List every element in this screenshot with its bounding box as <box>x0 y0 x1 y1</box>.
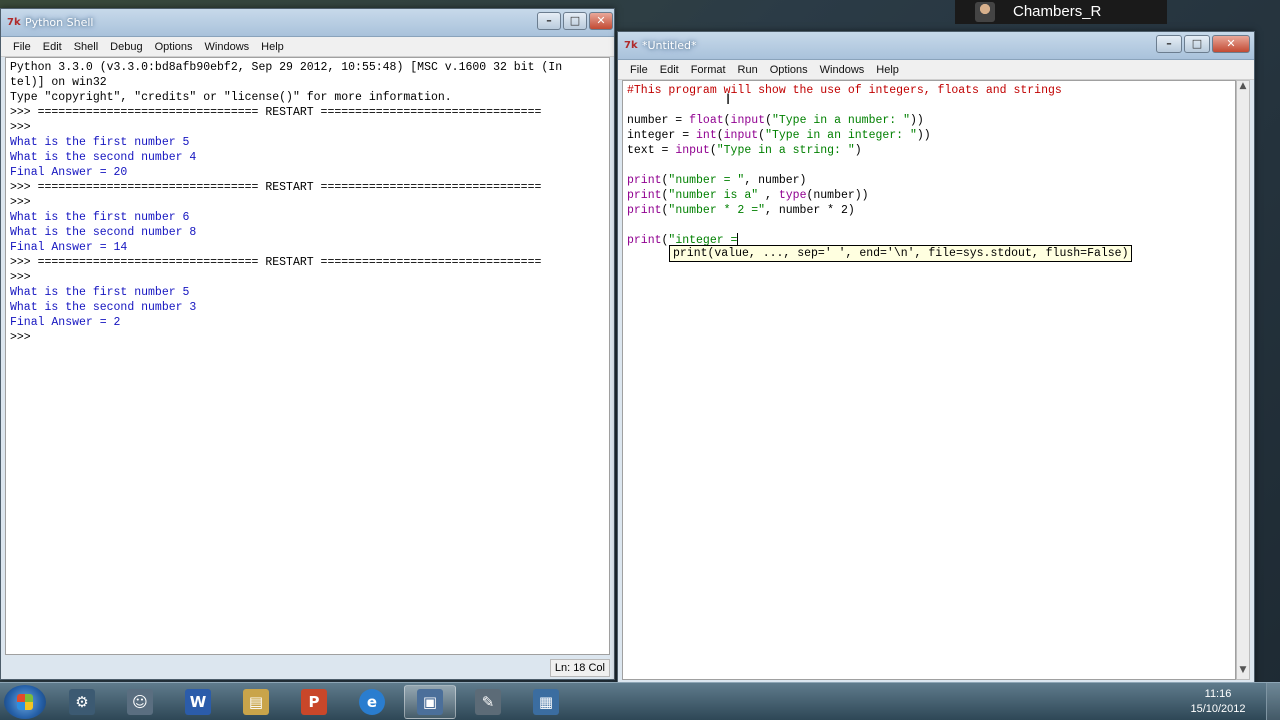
menu-windows[interactable]: Windows <box>199 41 256 53</box>
python-idle-icon: ▣ <box>417 689 443 715</box>
menu-edit[interactable]: Edit <box>37 41 68 53</box>
menu-file[interactable]: File <box>7 41 37 53</box>
shell-titlebar[interactable]: 7k Python Shell – □ ✕ <box>1 9 614 37</box>
taskbar-user-manager[interactable]: ☺ <box>114 685 166 719</box>
shell-text-area[interactable]: Python 3.3.0 (v3.3.0:bd8afb90ebf2, Sep 2… <box>5 57 610 655</box>
shell-line: Type "copyright", "credits" or "license(… <box>10 91 452 104</box>
shell-line: What is the second number 4 <box>10 151 197 164</box>
user-badge: Chambers_R <box>955 0 1167 24</box>
taskbar: ⚙ ☺ W ▤ P e ▣ ✎ ▦ 11:16 15/10/2012 <box>0 682 1280 720</box>
editor-titlebar[interactable]: 7k *Untitled* – □ ✕ <box>618 32 1254 60</box>
code-line: print("number * 2 =", number * 2) <box>627 204 855 217</box>
taskbar-python-tool[interactable]: ✎ <box>462 685 514 719</box>
code-line: print("number = ", number) <box>627 174 807 187</box>
minimize-button[interactable]: – <box>1156 35 1182 53</box>
menu-help[interactable]: Help <box>870 64 905 76</box>
menu-shell[interactable]: Shell <box>68 41 104 53</box>
taskbar-remote-desktop[interactable]: ▦ <box>520 685 572 719</box>
code-line: print("number is a" , type(number)) <box>627 189 869 202</box>
python-idle-icon: 7k <box>7 17 21 28</box>
shell-line: Final Answer = 14 <box>10 241 128 254</box>
menu-debug[interactable]: Debug <box>104 41 148 53</box>
python-idle-icon: 7k <box>624 40 638 51</box>
system-clock[interactable]: 11:16 15/10/2012 <box>1178 687 1258 717</box>
taskbar-internet-explorer[interactable]: e <box>346 685 398 719</box>
shell-line: >>> <box>10 121 31 134</box>
shell-line: What is the first number 6 <box>10 211 190 224</box>
show-desktop-button[interactable] <box>1266 683 1280 720</box>
python-shell-window[interactable]: 7k Python Shell – □ ✕ File Edit Shell De… <box>0 8 615 680</box>
menu-format[interactable]: Format <box>685 64 732 76</box>
shell-line: >>> <box>10 271 31 284</box>
shell-line: >>> <box>10 331 31 344</box>
shell-title: Python Shell <box>25 16 94 29</box>
python-tool-icon: ✎ <box>475 689 501 715</box>
editor-code: #This program will show the use of integ… <box>623 81 1235 250</box>
editor-menubar: File Edit Format Run Options Windows Hel… <box>618 60 1254 80</box>
close-button[interactable]: ✕ <box>1212 35 1250 53</box>
scroll-down-arrow-icon[interactable]: ▼ <box>1237 665 1249 679</box>
maximize-button[interactable]: □ <box>563 12 587 30</box>
code-line: number = float(input("Type in a number: … <box>627 114 924 127</box>
close-button[interactable]: ✕ <box>589 12 613 30</box>
taskbar-file-explorer[interactable]: ▤ <box>230 685 282 719</box>
code-line: #This program will show the use of integ… <box>627 84 1062 97</box>
powerpoint-icon: P <box>301 689 327 715</box>
shell-menubar: File Edit Shell Debug Options Windows He… <box>1 37 614 57</box>
python-shell-icon: ⚙ <box>69 689 95 715</box>
remote-desktop-icon: ▦ <box>533 689 559 715</box>
menu-options[interactable]: Options <box>149 41 199 53</box>
shell-line: What is the second number 8 <box>10 226 197 239</box>
clock-time: 11:16 <box>1204 688 1232 700</box>
internet-explorer-icon: e <box>359 689 385 715</box>
avatar <box>975 2 995 22</box>
shell-line: >>> ================================ RES… <box>10 256 542 269</box>
editor-title: *Untitled* <box>642 39 697 52</box>
shell-line: Python 3.3.0 (v3.3.0:bd8afb90ebf2, Sep 2… <box>10 61 563 74</box>
shell-line: >>> ================================ RES… <box>10 106 542 119</box>
taskbar-powerpoint[interactable]: P <box>288 685 340 719</box>
menu-windows[interactable]: Windows <box>814 64 871 76</box>
code-line: integer = int(input("Type in an integer:… <box>627 129 931 142</box>
taskbar-idle-editor[interactable]: ▣ <box>404 685 456 719</box>
scroll-up-arrow-icon[interactable]: ▲ <box>1237 81 1249 95</box>
shell-status: Ln: 18 Col <box>549 659 610 677</box>
menu-options[interactable]: Options <box>764 64 814 76</box>
minimize-button[interactable]: – <box>537 12 561 30</box>
editor-text-area[interactable]: #This program will show the use of integ… <box>622 80 1236 680</box>
editor-window[interactable]: 7k *Untitled* – □ ✕ File Edit Format Run… <box>617 31 1255 685</box>
editor-scrollbar[interactable]: ▲ ▼ <box>1236 80 1250 680</box>
taskbar-word[interactable]: W <box>172 685 224 719</box>
code-line: text = input("Type in a string: ") <box>627 144 862 157</box>
shell-line: Final Answer = 2 <box>10 316 121 329</box>
maximize-button[interactable]: □ <box>1184 35 1210 53</box>
shell-line: What is the first number 5 <box>10 136 190 149</box>
shell-line: tel)] on win32 <box>10 76 107 89</box>
shell-line: >>> ================================ RES… <box>10 181 542 194</box>
menu-run[interactable]: Run <box>732 64 764 76</box>
start-button[interactable] <box>4 685 46 719</box>
text-cursor-icon: I <box>726 92 731 108</box>
shell-line: >>> <box>10 196 31 209</box>
menu-help[interactable]: Help <box>255 41 290 53</box>
calltip-tooltip: print(value, ..., sep=' ', end='\n', fil… <box>669 245 1133 262</box>
user-name: Chambers_R <box>1013 3 1102 20</box>
shell-line: What is the first number 5 <box>10 286 190 299</box>
shell-line: What is the second number 3 <box>10 301 197 314</box>
shell-output: Python 3.3.0 (v3.3.0:bd8afb90ebf2, Sep 2… <box>6 58 609 347</box>
user-manager-icon: ☺ <box>127 689 153 715</box>
menu-edit[interactable]: Edit <box>654 64 685 76</box>
word-icon: W <box>185 689 211 715</box>
taskbar-python-shell[interactable]: ⚙ <box>56 685 108 719</box>
clock-date: 15/10/2012 <box>1190 703 1246 715</box>
shell-line: Final Answer = 20 <box>10 166 128 179</box>
folder-icon: ▤ <box>243 689 269 715</box>
menu-file[interactable]: File <box>624 64 654 76</box>
windows-logo-icon <box>17 694 33 710</box>
